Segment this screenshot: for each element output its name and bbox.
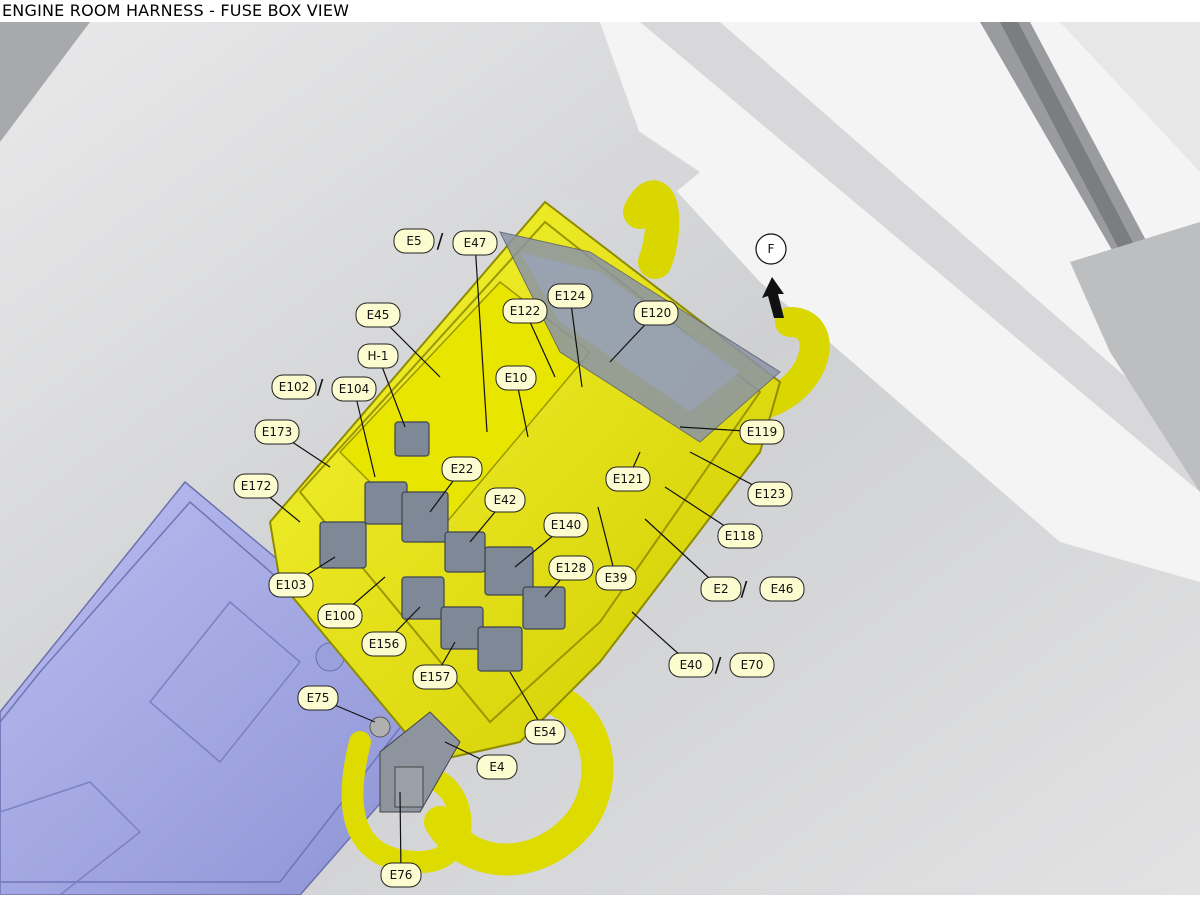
fuse-box-diagram: F / / / / E5 E47 E45 E124 E122 E120 H-1 E102 E104 E1…	[0, 22, 1200, 895]
label-text: E70	[741, 658, 764, 672]
label-text: E118	[725, 529, 756, 543]
connector-label-e75: E75	[297, 685, 339, 711]
connector-label-e2: E2	[700, 576, 742, 602]
label-text: E102	[279, 380, 310, 394]
label-text: E103	[276, 578, 307, 592]
label-text: E156	[369, 637, 400, 651]
label-text: E4	[489, 760, 504, 774]
label-text: E124	[555, 289, 586, 303]
connector-label-e124: E124	[547, 283, 593, 309]
connector-label-e10: E10	[495, 365, 537, 391]
label-text: E22	[451, 462, 474, 476]
connector-label-e54: E54	[524, 719, 566, 745]
label-text: E120	[641, 306, 672, 320]
label-text: E5	[406, 234, 421, 248]
label-separator: /	[741, 577, 748, 601]
connector-label-e118: E118	[717, 523, 763, 549]
label-text: E76	[390, 868, 413, 882]
connector-label-e104: E104	[331, 376, 377, 402]
label-text: E122	[510, 304, 541, 318]
connector-label-e47: E47	[452, 230, 498, 256]
connector-label-e42: E42	[484, 487, 526, 513]
connector-label-e123: E123	[747, 481, 793, 507]
label-text: E121	[613, 472, 644, 486]
label-text: E2	[713, 582, 728, 596]
connector-label-e100: E100	[317, 603, 363, 629]
connector-label-e76: E76	[380, 862, 422, 888]
connector-label-e103: E103	[268, 572, 314, 598]
connector-label-e121: E121	[605, 466, 651, 492]
label-text: E140	[551, 518, 582, 532]
label-text: E100	[325, 609, 356, 623]
label-text: E104	[339, 382, 370, 396]
connector-label-e173: E173	[254, 419, 300, 445]
label-text: E46	[771, 582, 794, 596]
label-text: E172	[241, 479, 272, 493]
label-text: E157	[420, 670, 451, 684]
label-text: E39	[605, 571, 628, 585]
page-title: ENGINE ROOM HARNESS - FUSE BOX VIEW	[2, 1, 350, 20]
label-separator: /	[317, 375, 324, 399]
connector-label-e120: E120	[633, 300, 679, 326]
connector-label-e157: E157	[412, 664, 458, 690]
label-text: H-1	[368, 349, 389, 363]
label-text: E54	[534, 725, 557, 739]
label-text: E42	[494, 493, 517, 507]
label-separator: /	[437, 229, 444, 253]
connector-label-h-1: H-1	[357, 343, 399, 369]
connector-label-e45: E45	[355, 302, 401, 328]
label-text: E123	[755, 487, 786, 501]
label-text: E40	[680, 658, 703, 672]
connector-label-e122: E122	[502, 298, 548, 324]
connector-label-e70: E70	[729, 652, 775, 678]
connector-label-e156: E156	[361, 631, 407, 657]
connector-label-e128: E128	[548, 555, 594, 581]
label-separator: /	[715, 653, 722, 677]
label-text: E10	[505, 371, 528, 385]
label-text: E75	[307, 691, 330, 705]
connector-label-e39: E39	[595, 565, 637, 591]
connector-label-e119: E119	[739, 419, 785, 445]
connector-label-e140: E140	[543, 512, 589, 538]
direction-marker-label: F	[768, 242, 775, 256]
label-text: E173	[262, 425, 293, 439]
connector-label-e46: E46	[759, 576, 805, 602]
label-text: E128	[556, 561, 587, 575]
connector-label-e172: E172	[233, 473, 279, 499]
connector-label-e5: E5	[393, 228, 435, 254]
label-text: E47	[464, 236, 487, 250]
connector-label-e4: E4	[476, 754, 518, 780]
connector-label-e22: E22	[441, 456, 483, 482]
connector-label-e102: E102	[271, 374, 317, 400]
label-text: E119	[747, 425, 778, 439]
connector-label-e40: E40	[668, 652, 714, 678]
label-text: E45	[367, 308, 390, 322]
